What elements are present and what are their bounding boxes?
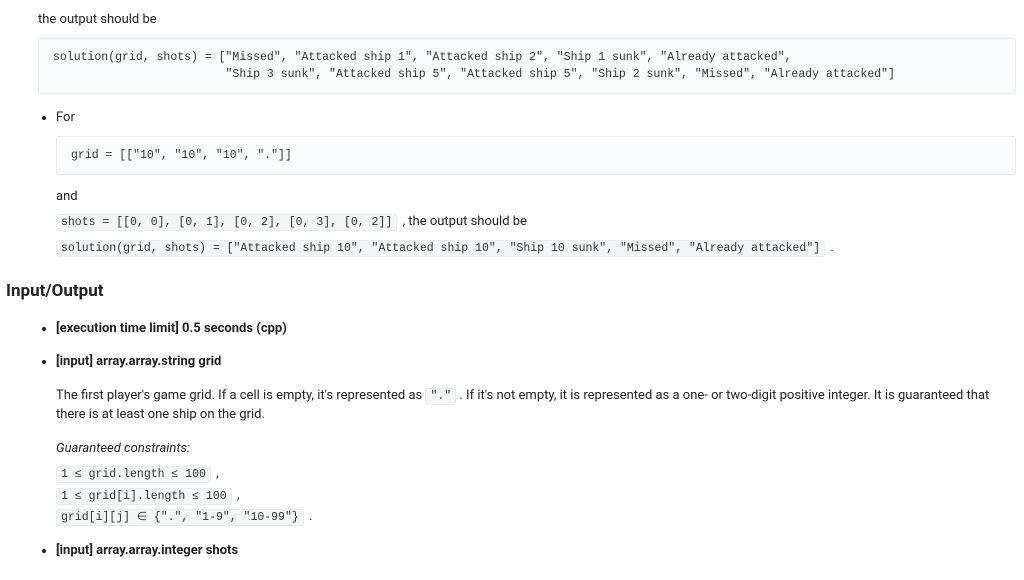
example2-result-line: solution(grid, shots) = ["Attacked ship …	[56, 238, 1016, 258]
example2-and-text: and	[56, 187, 1016, 207]
example2-shots-inline: shots = [[0, 0], [0, 1], [0, 2], [0, 3],…	[56, 214, 397, 231]
example2-result-inline: solution(grid, shots) = ["Attacked ship …	[56, 240, 825, 257]
example1-code-block: solution(grid, shots) = ["Missed", "Atta…	[38, 38, 1016, 95]
io-time-limit: [execution time limit] 0.5 seconds (cpp)	[56, 321, 287, 336]
example2-result-after: .	[830, 240, 833, 255]
io-grid-c2: 1 ≤ grid[i].length ≤ 100	[56, 488, 232, 505]
io-grid-desc-before: The first player's game grid. If a cell …	[56, 388, 425, 403]
io-grid-c1-row: 1 ≤ grid.length ≤ 100 ,	[56, 464, 1016, 484]
example2-for-label: For	[56, 110, 75, 125]
io-grid-item: [input] array.array.string grid The firs…	[56, 352, 1016, 527]
io-shots-item: [input] array.array.integer shots	[56, 541, 1016, 561]
io-grid-c3-after: .	[309, 509, 312, 524]
io-grid-c2-row: 1 ≤ grid[i].length ≤ 100 ,	[56, 486, 1016, 506]
example2-shots-after: , the output should be	[403, 214, 527, 229]
io-grid-desc: The first player's game grid. If a cell …	[56, 386, 1016, 425]
io-grid-c3: grid[i][j] ∈ {".", "1-9", "10-99"}	[56, 509, 304, 526]
io-grid-c2-after: ,	[237, 488, 240, 503]
io-grid-constraints-label: Guaranteed constraints:	[56, 439, 1016, 459]
io-time-limit-item: [execution time limit] 0.5 seconds (cpp)	[56, 319, 1016, 339]
io-grid-label: [input] array.array.string grid	[56, 352, 1016, 372]
example2-shots-line: shots = [[0, 0], [0, 1], [0, 2], [0, 3],…	[56, 212, 1016, 232]
io-grid-c1: 1 ≤ grid.length ≤ 100	[56, 466, 211, 483]
example2-bullet: For grid = [["10", "10", "10", "."]] and…	[56, 108, 1016, 257]
example1-intro: the output should be	[38, 10, 1016, 30]
io-grid-c1-after: ,	[216, 466, 219, 481]
io-grid-dot-code: "."	[425, 388, 456, 405]
io-grid-c3-row: grid[i][j] ∈ {".", "1-9", "10-99"} .	[56, 507, 1016, 527]
io-heading: Input/Output	[6, 279, 1016, 305]
example2-grid-code: grid = [["10", "10", "10", "."]]	[56, 136, 1016, 175]
